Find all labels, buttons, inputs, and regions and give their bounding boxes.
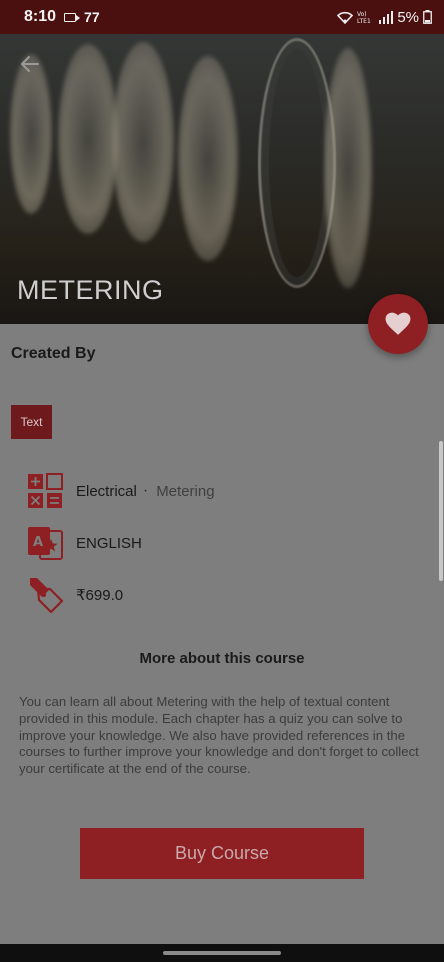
- battery-icon: [423, 10, 432, 24]
- price-row: ₹699.0: [27, 577, 123, 613]
- lte-label-icon: Vo) LTE1: [357, 11, 371, 24]
- svg-text:LTE1: LTE1: [357, 18, 371, 24]
- translate-icon: A: [28, 527, 63, 560]
- status-bar: 8:10 77 Vo) LTE1 5%: [0, 0, 444, 34]
- category-grid-icon: [28, 473, 63, 508]
- status-time: 8:10: [24, 8, 57, 25]
- arrow-left-icon[interactable]: [18, 52, 42, 76]
- svg-text:A: A: [33, 535, 43, 550]
- wifi-icon: [337, 11, 354, 24]
- status-indicators: Vo) LTE1 5%: [337, 9, 432, 26]
- navigation-bar: [0, 944, 444, 962]
- signal-icon: [379, 10, 394, 24]
- content-type-badge: Text: [11, 405, 52, 439]
- price-tag-icon: [30, 578, 63, 613]
- notification-count: 77: [84, 9, 100, 25]
- category-separator: ·: [142, 482, 149, 499]
- favorite-button[interactable]: [368, 294, 428, 354]
- course-hero-image: METERING: [0, 34, 444, 324]
- course-description: You can learn all about Metering with th…: [19, 694, 419, 777]
- price-label: ₹699.0: [76, 587, 124, 604]
- heart-icon: [385, 312, 411, 335]
- home-gesture-handle[interactable]: [163, 951, 281, 955]
- video-camera-icon: [64, 12, 81, 22]
- course-details: Created By Text Electrical · Metering A …: [0, 324, 444, 944]
- battery-percentage: 5%: [397, 8, 419, 26]
- category-row: Electrical · Metering: [27, 473, 215, 509]
- language-label: ENGLISH: [76, 534, 142, 552]
- created-by-label: Created By: [11, 345, 96, 362]
- buy-course-button[interactable]: Buy Course: [80, 828, 364, 879]
- more-about-heading: More about this course: [139, 650, 305, 667]
- language-row: A ENGLISH: [27, 525, 142, 561]
- course-title: METERING: [17, 275, 164, 305]
- svg-text:Vo): Vo): [357, 11, 367, 18]
- subcategory-label: Metering: [156, 482, 215, 500]
- scrollbar[interactable]: [439, 441, 443, 581]
- category-label: Electrical: [76, 482, 137, 500]
